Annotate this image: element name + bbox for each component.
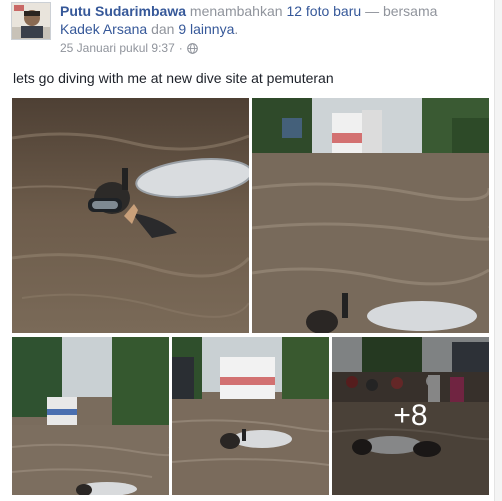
- meta-separator: ·: [178, 41, 183, 55]
- post-photo-4[interactable]: [172, 337, 329, 495]
- action-text: menambahkan: [189, 3, 283, 19]
- with-text: — bersama: [365, 3, 438, 19]
- post-photo-5[interactable]: +8: [332, 337, 489, 495]
- post-header-line1: Putu Sudarimbawa menambahkan 12 foto bar…: [60, 2, 437, 20]
- post-timestamp[interactable]: 25 Januari pukul 9:37: [60, 41, 175, 55]
- tagged-person-link[interactable]: Kadek Arsana: [60, 21, 147, 37]
- post-photo-2[interactable]: [252, 98, 489, 333]
- author-name[interactable]: Putu Sudarimbawa: [60, 3, 186, 19]
- post-photo-1[interactable]: [12, 98, 249, 333]
- period-text: .: [234, 21, 239, 37]
- more-photos-overlay[interactable]: +8: [332, 337, 489, 495]
- others-link[interactable]: 9 lainnya: [178, 21, 234, 37]
- photo-count-link[interactable]: 12 foto baru: [286, 3, 361, 19]
- post-header-line2: Kadek Arsana dan 9 lainnya.: [60, 20, 238, 38]
- page-scrollbar[interactable]: [494, 0, 502, 501]
- globe-icon[interactable]: [186, 42, 198, 54]
- post-caption: lets go diving with me at new dive site …: [13, 70, 334, 86]
- post-meta: 25 Januari pukul 9:37 ·: [60, 41, 198, 55]
- and-text: dan: [151, 21, 175, 37]
- post-photo-3[interactable]: [12, 337, 169, 495]
- author-avatar[interactable]: [11, 2, 51, 40]
- facebook-post: Putu Sudarimbawa menambahkan 12 foto bar…: [0, 0, 502, 501]
